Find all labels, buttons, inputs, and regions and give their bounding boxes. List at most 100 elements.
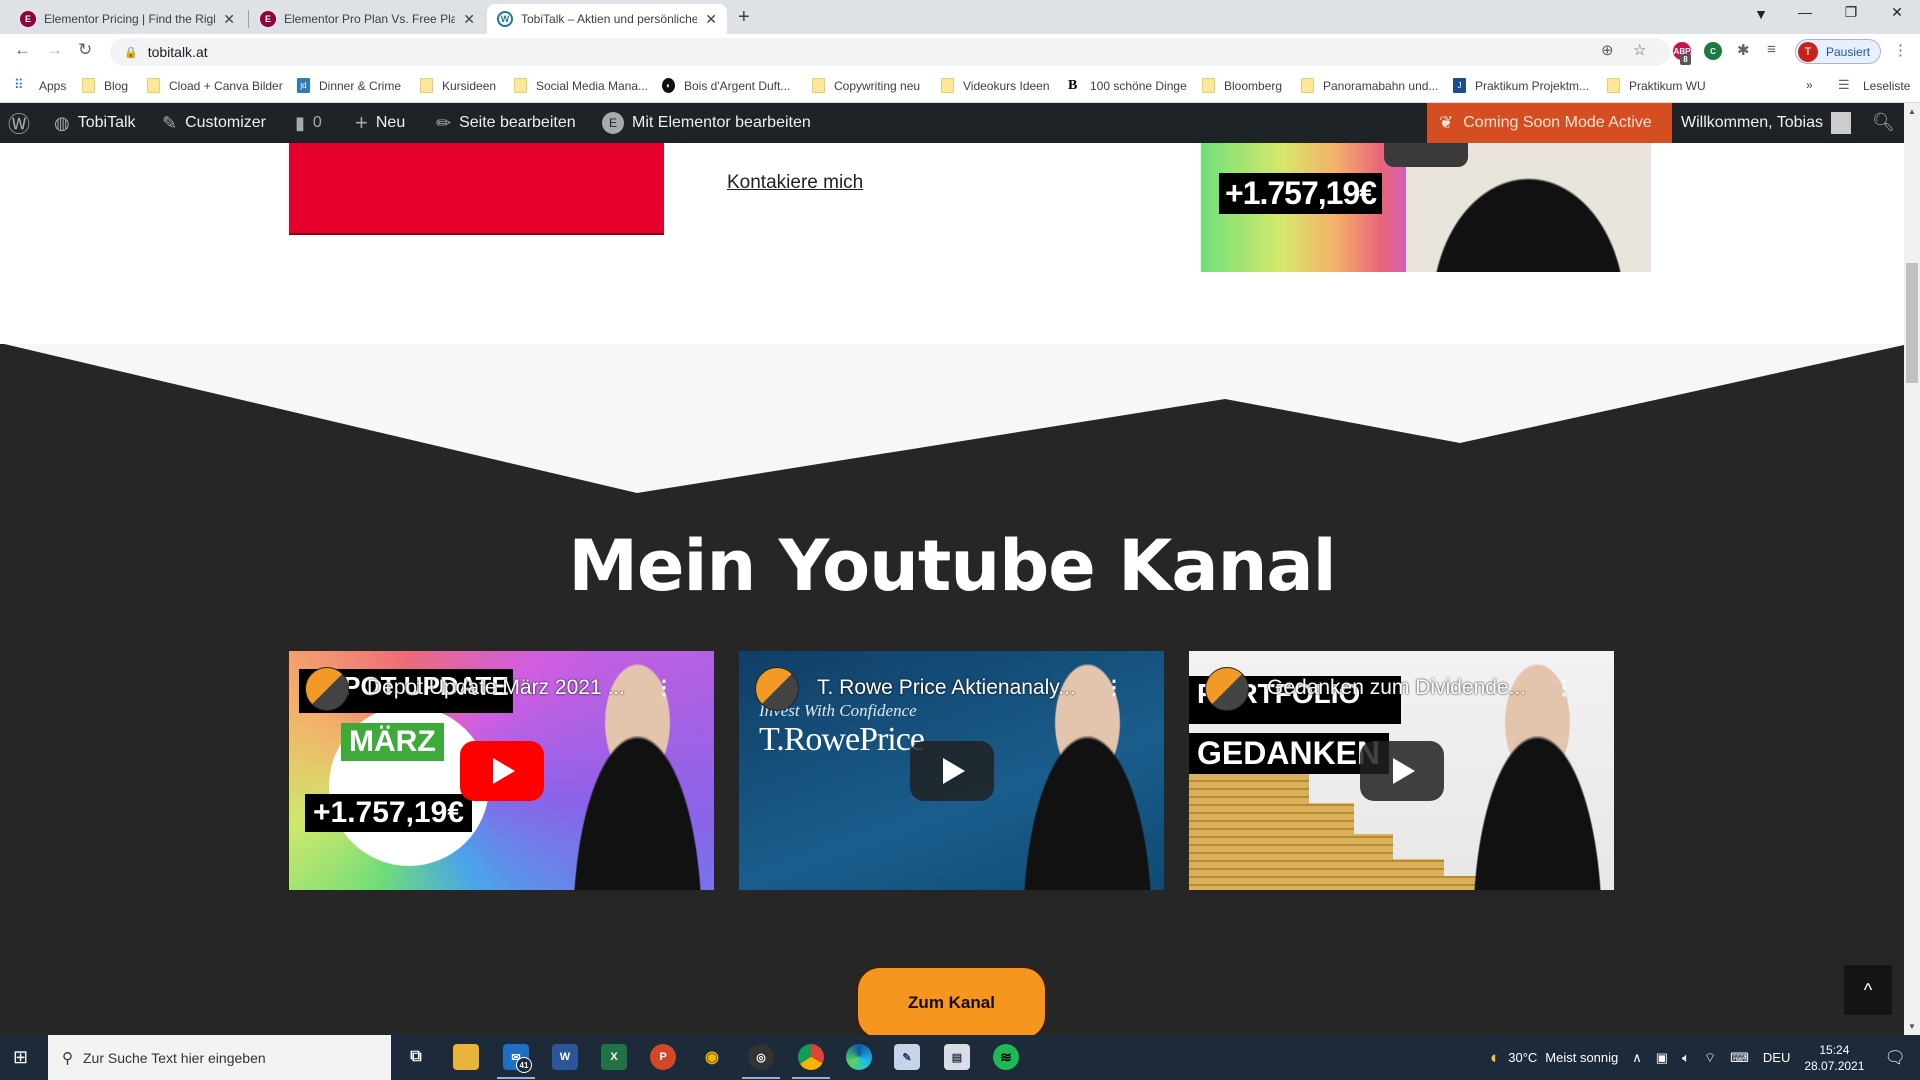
leaf-icon: ❦ <box>1439 113 1454 132</box>
search-icon[interactable]: 🔍︎ <box>1872 112 1895 133</box>
close-window-icon[interactable]: ✕ <box>1877 4 1917 21</box>
close-tab-icon[interactable]: ✕ <box>223 11 235 28</box>
contact-link[interactable]: Kontakiere mich <box>727 172 863 194</box>
reload-icon[interactable]: ↻ <box>78 40 92 60</box>
bookmark-item[interactable]: Blog <box>82 78 128 93</box>
video-title[interactable]: Gedanken zum Dividende... <box>1267 676 1526 700</box>
bookmark-star-icon[interactable]: ☆ <box>1633 41 1646 59</box>
app-icon[interactable]: ◉ <box>699 1044 725 1070</box>
weather-temp[interactable]: 30°C <box>1508 1050 1537 1065</box>
windows-start-icon[interactable]: ⊞ <box>13 1047 28 1068</box>
minimize-icon[interactable]: — <box>1785 4 1825 20</box>
page-scrollbar[interactable]: ▲ ▼ <box>1904 103 1920 1035</box>
clock-date: 28.07.2021 <box>1804 1058 1865 1073</box>
bookmark-item[interactable]: Panoramabahn und... <box>1301 78 1438 93</box>
video-title[interactable]: T. Rowe Price Aktienanaly... <box>817 676 1076 700</box>
back-icon[interactable]: ← <box>14 40 31 60</box>
app-icon[interactable]: ✎ <box>894 1044 920 1070</box>
wp-customizer[interactable]: ✎ Customizer <box>162 103 266 143</box>
address-bar[interactable]: 🔒 tobitalk.at <box>110 38 1670 66</box>
wifi-icon[interactable]: ⌔ <box>1704 1050 1716 1066</box>
app-icon[interactable]: ▤ <box>944 1044 970 1070</box>
coming-soon-badge[interactable]: ❦ Coming Soon Mode Active <box>1427 103 1672 143</box>
video-card[interactable]: Invest With Confidence T.RowePrice T. Ro… <box>739 651 1164 890</box>
close-tab-icon[interactable]: ✕ <box>705 11 717 28</box>
scrollbar-thumb[interactable] <box>1906 263 1918 383</box>
chrome-icon[interactable] <box>792 1044 830 1079</box>
weather-text[interactable]: Meist sonnig <box>1545 1050 1618 1065</box>
more-options-icon[interactable]: ⋮ <box>1554 675 1574 700</box>
menu-icon[interactable]: ⋮ <box>1893 41 1908 59</box>
new-tab-button[interactable]: + <box>738 6 750 29</box>
page-viewport: Kontakiere mich +1.757,19€ Mein Youtube … <box>0 143 1904 1035</box>
scroll-down-arrow-icon[interactable]: ▼ <box>1908 1022 1916 1031</box>
restore-icon[interactable]: ❐ <box>1831 4 1871 21</box>
bookmark-item[interactable]: ◐ Bois d'Argent Duft... <box>662 78 790 93</box>
camera-icon[interactable]: ▣ <box>1656 1050 1668 1066</box>
wp-account[interactable]: Willkommen, Tobias <box>1681 103 1851 143</box>
wp-edit-page[interactable]: ✏ Seite bearbeiten <box>436 103 576 143</box>
bookmark-item[interactable]: B 100 schöne Dinge <box>1068 78 1187 93</box>
excel-icon[interactable]: X <box>601 1044 627 1070</box>
reading-list-button[interactable]: ☰ Leseliste <box>1838 78 1910 93</box>
video-card[interactable]: PORTFOLIO GEDANKEN Gedanken zum Dividend… <box>1189 651 1614 890</box>
edge-icon[interactable] <box>846 1044 872 1070</box>
bookmark-item[interactable]: Praktikum WU <box>1607 78 1706 93</box>
play-button[interactable] <box>459 740 544 801</box>
bookmark-item[interactable]: Videokurs Ideen <box>941 78 1050 93</box>
channel-button[interactable]: Zum Kanal <box>858 968 1045 1035</box>
browser-tab[interactable]: E Elementor Pricing | Find the Righ ✕ <box>10 4 245 34</box>
notification-icon[interactable]: 🗨︎ <box>1884 1048 1906 1068</box>
show-hidden-icons-icon[interactable]: ∧ <box>1632 1050 1642 1066</box>
wp-new[interactable]: + Neu <box>355 103 405 143</box>
play-button[interactable] <box>909 740 994 801</box>
file-explorer-icon[interactable] <box>453 1044 479 1070</box>
browser-tab-active[interactable]: W TobiTalk – Aktien und persönliche ✕ <box>487 4 727 34</box>
zoom-icon[interactable]: ⊕ <box>1601 41 1614 59</box>
grammarly-icon[interactable]: C <box>1704 42 1722 60</box>
more-options-icon[interactable]: ⋮ <box>654 675 674 700</box>
obs-icon[interactable]: ◎ <box>742 1044 780 1079</box>
channel-avatar[interactable] <box>755 667 799 711</box>
forward-icon[interactable]: → <box>46 40 63 60</box>
bookmark-item[interactable]: Copywriting neu <box>812 78 920 93</box>
language-indicator[interactable]: DEU <box>1763 1050 1790 1065</box>
browser-tab[interactable]: E Elementor Pro Plan Vs. Free Plan ✕ <box>250 4 485 34</box>
channel-avatar[interactable] <box>1205 667 1249 711</box>
bookmark-apps[interactable]: ⠿ Apps <box>14 78 66 93</box>
task-view-icon[interactable]: ⧉ <box>403 1044 429 1070</box>
mail-badge: 41 <box>516 1057 532 1073</box>
wp-edit-elementor[interactable]: E Mit Elementor bearbeiten <box>602 103 811 143</box>
bookmark-item[interactable]: Bloomberg <box>1202 78 1282 93</box>
more-options-icon[interactable]: ⋮ <box>1104 675 1124 700</box>
volume-icon[interactable]: 🔈︎ <box>1682 1050 1690 1066</box>
media-control-icon[interactable]: ≡ <box>1767 41 1776 58</box>
scroll-to-top-button[interactable]: ^ <box>1844 965 1892 1015</box>
tab-search-icon[interactable]: ▼ <box>1741 6 1781 22</box>
play-button[interactable] <box>1359 740 1444 801</box>
bookmark-item[interactable]: jd Dinner & Crime <box>297 78 401 93</box>
wp-comments[interactable]: ▮ 0 <box>295 103 322 143</box>
bookmark-item[interactable]: Social Media Mana... <box>514 78 648 93</box>
video-card[interactable]: DEPOT UPDATE MÄRZ +1.757,19€ Depot Updat… <box>289 651 714 890</box>
wp-logo-button[interactable]: Ⓦ <box>8 103 38 143</box>
bookmark-item[interactable]: Kursideen <box>420 78 496 93</box>
bookmarks-overflow-button[interactable]: » <box>1806 78 1813 92</box>
taskbar-search-input[interactable]: ⚲ Zur Suche Text hier eingeben <box>48 1035 391 1080</box>
clock[interactable]: 15:24 28.07.2021 <box>1804 1042 1864 1074</box>
profile-button[interactable]: T Pausiert <box>1795 39 1881 64</box>
wp-site-name[interactable]: ◍ TobiTalk <box>54 103 136 143</box>
video-title[interactable]: Depot Update März 2021 ... <box>367 676 625 700</box>
channel-avatar[interactable] <box>305 667 349 711</box>
word-icon[interactable]: W <box>552 1044 578 1070</box>
top-video-thumbnail[interactable]: +1.757,19€ <box>1201 143 1651 272</box>
close-tab-icon[interactable]: ✕ <box>463 11 475 28</box>
powerpoint-icon[interactable]: P <box>650 1044 676 1070</box>
spotify-icon[interactable]: ≋ <box>993 1044 1019 1070</box>
bookmark-item[interactable]: J Praktikum Projektm... <box>1453 78 1589 93</box>
extensions-icon[interactable]: ✱ <box>1737 41 1750 59</box>
bookmark-item[interactable]: Cload + Canva Bilder <box>147 78 283 93</box>
keyboard-icon[interactable]: ⌨ <box>1730 1050 1749 1066</box>
weather-icon[interactable]: ◐ <box>1490 1048 1500 1068</box>
scroll-up-arrow-icon[interactable]: ▲ <box>1908 107 1916 116</box>
